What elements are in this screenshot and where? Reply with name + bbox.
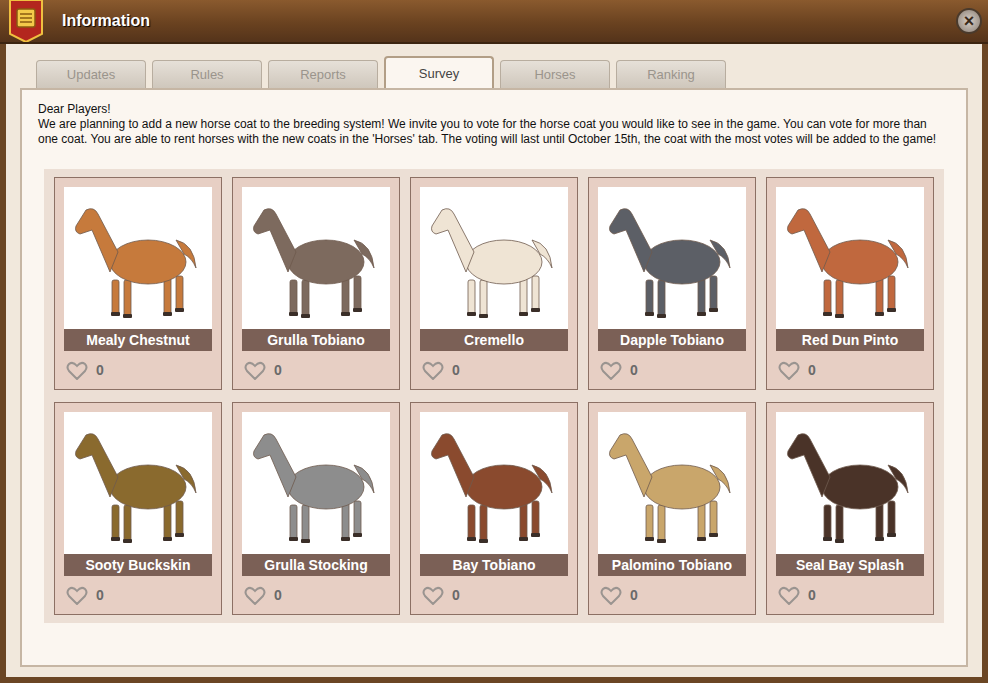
horse-icon: [64, 413, 212, 553]
coat-name: Mealy Chestnut: [64, 329, 212, 351]
coat-grid: Mealy Chestnut0Grulla Tobiano0Cremello0D…: [44, 169, 944, 623]
vote-row[interactable]: 0: [242, 576, 390, 614]
heart-icon[interactable]: [778, 360, 800, 380]
vote-row[interactable]: 0: [598, 351, 746, 389]
coat-picture: [64, 412, 212, 554]
coat-card[interactable]: Dapple Tobiano 0: [588, 177, 756, 390]
tab[interactable]: Rules: [152, 60, 262, 88]
window-body: UpdatesRulesReportsSurveyHorsesRanking De…: [0, 44, 988, 683]
coat-card[interactable]: Palomino Tobiano 0: [588, 402, 756, 615]
intro-text: Dear Players!We are planning to add a ne…: [38, 102, 950, 147]
heart-icon[interactable]: [244, 360, 266, 380]
heart-icon[interactable]: [422, 585, 444, 605]
heart-icon[interactable]: [244, 585, 266, 605]
coat-card[interactable]: Bay Tobiano 0: [410, 402, 578, 615]
coat-picture: [776, 187, 924, 329]
coat-picture: [420, 187, 568, 329]
vote-row[interactable]: 0: [776, 351, 924, 389]
coat-card[interactable]: Grulla Stocking 0: [232, 402, 400, 615]
vote-row[interactable]: 0: [242, 351, 390, 389]
title-icon-box: [0, 0, 52, 42]
coat-card[interactable]: Mealy Chestnut 0: [54, 177, 222, 390]
tab[interactable]: Ranking: [616, 60, 726, 88]
vote-row[interactable]: 0: [420, 576, 568, 614]
coat-picture: [776, 412, 924, 554]
tab[interactable]: Survey: [384, 56, 494, 88]
vote-count: 0: [452, 587, 460, 603]
coat-name: Red Dun Pinto: [776, 329, 924, 351]
coat-card[interactable]: Seal Bay Splash 0: [766, 402, 934, 615]
tab[interactable]: Reports: [268, 60, 378, 88]
horse-icon: [776, 188, 924, 328]
horse-icon: [242, 188, 390, 328]
vote-count: 0: [452, 362, 460, 378]
heart-icon[interactable]: [600, 585, 622, 605]
vote-count: 0: [630, 587, 638, 603]
heart-icon[interactable]: [778, 585, 800, 605]
coat-name: Sooty Buckskin: [64, 554, 212, 576]
heart-icon[interactable]: [66, 585, 88, 605]
window-title: Information: [52, 12, 150, 30]
vote-count: 0: [808, 587, 816, 603]
horse-icon: [242, 413, 390, 553]
horse-icon: [776, 413, 924, 553]
tab-bar: UpdatesRulesReportsSurveyHorsesRanking: [20, 56, 968, 88]
coat-card[interactable]: Cremello 0: [410, 177, 578, 390]
horse-icon: [598, 188, 746, 328]
vote-row[interactable]: 0: [598, 576, 746, 614]
heart-icon[interactable]: [422, 360, 444, 380]
coat-picture: [242, 412, 390, 554]
coat-picture: [598, 412, 746, 554]
title-bar: Information ×: [0, 0, 988, 44]
vote-count: 0: [96, 362, 104, 378]
close-button[interactable]: ×: [956, 8, 982, 34]
book-icon: [6, 0, 46, 42]
coat-picture: [64, 187, 212, 329]
vote-count: 0: [630, 362, 638, 378]
horse-icon: [420, 413, 568, 553]
vote-row[interactable]: 0: [776, 576, 924, 614]
survey-panel: Dear Players!We are planning to add a ne…: [20, 88, 968, 667]
vote-row[interactable]: 0: [420, 351, 568, 389]
coat-picture: [420, 412, 568, 554]
coat-name: Seal Bay Splash: [776, 554, 924, 576]
coat-name: Palomino Tobiano: [598, 554, 746, 576]
horse-icon: [64, 188, 212, 328]
heart-icon[interactable]: [66, 360, 88, 380]
coat-name: Bay Tobiano: [420, 554, 568, 576]
heart-icon[interactable]: [600, 360, 622, 380]
greeting: Dear Players!: [38, 102, 950, 117]
vote-count: 0: [808, 362, 816, 378]
vote-row[interactable]: 0: [64, 576, 212, 614]
coat-picture: [598, 187, 746, 329]
tab[interactable]: Horses: [500, 60, 610, 88]
vote-count: 0: [274, 362, 282, 378]
vote-row[interactable]: 0: [64, 351, 212, 389]
tab[interactable]: Updates: [36, 60, 146, 88]
vote-count: 0: [96, 587, 104, 603]
coat-name: Dapple Tobiano: [598, 329, 746, 351]
horse-icon: [598, 413, 746, 553]
intro-body: We are planning to add a new horse coat …: [38, 117, 950, 147]
coat-card[interactable]: Red Dun Pinto 0: [766, 177, 934, 390]
vote-count: 0: [274, 587, 282, 603]
coat-name: Grulla Tobiano: [242, 329, 390, 351]
coat-name: Grulla Stocking: [242, 554, 390, 576]
coat-card[interactable]: Sooty Buckskin 0: [54, 402, 222, 615]
horse-icon: [420, 188, 568, 328]
coat-name: Cremello: [420, 329, 568, 351]
coat-picture: [242, 187, 390, 329]
coat-card[interactable]: Grulla Tobiano 0: [232, 177, 400, 390]
